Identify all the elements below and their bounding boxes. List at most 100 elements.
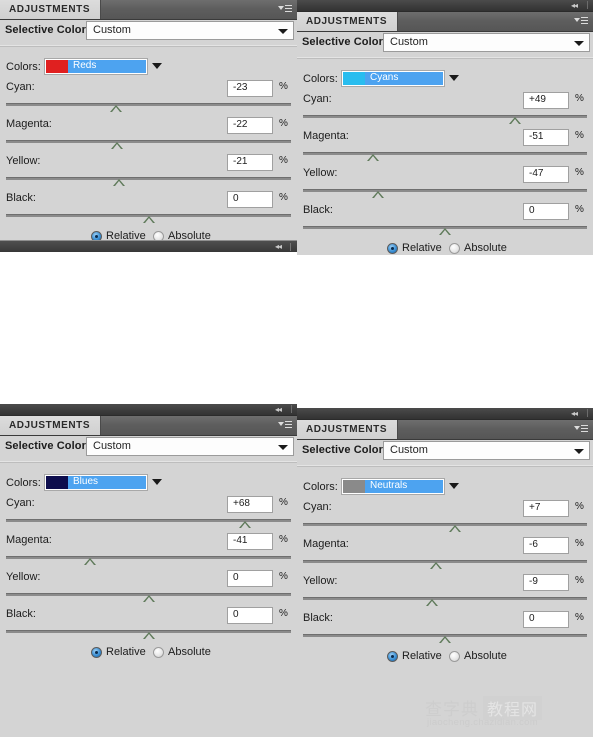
slider-thumb[interactable]	[239, 521, 251, 528]
slider-track[interactable]	[303, 152, 587, 155]
preset-select[interactable]: Custom	[383, 441, 590, 460]
slider-track[interactable]	[6, 556, 291, 559]
percent-symbol: %	[575, 130, 584, 141]
colors-chevron-down-icon[interactable]	[152, 479, 162, 485]
slider-track[interactable]	[6, 177, 291, 180]
slider-thumb[interactable]	[110, 105, 122, 112]
slider-value-input[interactable]: -41	[227, 533, 273, 550]
preset-select[interactable]: Custom	[383, 33, 590, 52]
color-swatch	[343, 72, 365, 85]
radio-relative-label: Relative	[402, 242, 442, 254]
panel-head-row: Selective Color Custom	[297, 32, 593, 57]
slider-group: Black: 0%	[297, 611, 593, 648]
slider-value-input[interactable]: -9	[523, 574, 569, 591]
slider-track[interactable]	[6, 140, 291, 143]
panel-collapse-bar[interactable]: ◂◂	[297, 0, 593, 12]
preset-select[interactable]: Custom	[86, 437, 294, 456]
slider-value-input[interactable]: 0	[227, 570, 273, 587]
slider-track[interactable]	[6, 103, 291, 106]
slider-track[interactable]	[303, 560, 587, 563]
tab-adjustments[interactable]: ADJUSTMENTS	[297, 420, 399, 439]
double-left-arrow-icon[interactable]: ◂◂	[571, 1, 578, 10]
slider-track[interactable]	[303, 597, 587, 600]
page-title: Selective Color	[5, 440, 86, 452]
tab-adjustments[interactable]: ADJUSTMENTS	[0, 0, 102, 19]
slider-group: Cyan: -23%	[0, 80, 297, 117]
slider-value-input[interactable]: 0	[227, 191, 273, 208]
slider-value-input[interactable]: -6	[523, 537, 569, 554]
method-radio-group: Relative Absolute	[297, 650, 593, 666]
slider-thumb[interactable]	[449, 525, 461, 532]
slider-thumb[interactable]	[426, 599, 438, 606]
slider-thumb[interactable]	[367, 154, 379, 161]
panel-reds: ADJUSTMENTS Selective Color Custom Colors: R…	[0, 0, 297, 252]
colors-select-value: Blues	[73, 476, 99, 487]
panel-head-row: Selective Color Custom	[297, 440, 593, 465]
double-left-arrow-icon[interactable]: ◂◂	[275, 405, 282, 414]
tab-adjustments[interactable]: ADJUSTMENTS	[0, 416, 102, 435]
tab-adjustments[interactable]: ADJUSTMENTS	[297, 12, 399, 31]
colors-select[interactable]: Reds	[44, 58, 148, 75]
slider-value-text: -21	[233, 156, 248, 167]
colors-label: Colors:	[6, 477, 41, 489]
colors-label: Colors:	[6, 61, 41, 73]
slider-value-input[interactable]: 0	[227, 607, 273, 624]
slider-value-text: -47	[529, 168, 544, 179]
colors-chevron-down-icon[interactable]	[449, 75, 459, 81]
slider-group: Yellow: -9%	[297, 574, 593, 611]
panel-collapse-bar[interactable]: ◂◂	[0, 404, 297, 416]
slider-value-input[interactable]: +68	[227, 496, 273, 513]
slider-value-text: -9	[529, 576, 538, 587]
slider-track[interactable]	[303, 115, 587, 118]
colors-select[interactable]: Cyans	[341, 70, 445, 87]
colors-select[interactable]: Blues	[44, 474, 148, 491]
slider-value-input[interactable]: -21	[227, 154, 273, 171]
slider-thumb[interactable]	[439, 228, 451, 235]
panel-menu-icon[interactable]	[278, 4, 292, 15]
slider-value-input[interactable]: -51	[523, 129, 569, 146]
slider-thumb[interactable]	[143, 595, 155, 602]
double-left-arrow-icon[interactable]: ◂◂	[571, 409, 578, 418]
preset-select-value: Custom	[93, 24, 131, 36]
colors-select[interactable]: Neutrals	[341, 478, 445, 495]
slider-value-input[interactable]: 0	[523, 611, 569, 628]
slider-value-input[interactable]: +7	[523, 500, 569, 517]
panel-menu-icon[interactable]	[574, 16, 588, 27]
slider-value-text: 0	[529, 613, 535, 624]
slider-value-input[interactable]: 0	[523, 203, 569, 220]
watermark-brand-box: 教程网	[483, 695, 543, 720]
slider-thumb[interactable]	[84, 558, 96, 565]
slider-thumb[interactable]	[143, 216, 155, 223]
panel-collapse-bar[interactable]: ◂◂	[297, 408, 593, 420]
radio-relative-dot-icon	[387, 651, 398, 662]
preset-select[interactable]: Custom	[86, 21, 294, 40]
panel-menu-icon[interactable]	[278, 420, 292, 431]
slider-thumb[interactable]	[113, 179, 125, 186]
panel-menu-icon[interactable]	[574, 424, 588, 435]
slider-thumb[interactable]	[509, 117, 521, 124]
panel-footer-bar[interactable]: ◂◂	[0, 240, 297, 252]
slider-thumb[interactable]	[430, 562, 442, 569]
slider-value-text: -6	[529, 539, 538, 550]
tab-adjustments-label: ADJUSTMENTS	[306, 424, 388, 435]
slider-track[interactable]	[303, 189, 587, 192]
percent-symbol: %	[279, 497, 288, 508]
slider-value-input[interactable]: -47	[523, 166, 569, 183]
colors-chevron-down-icon[interactable]	[152, 63, 162, 69]
slider-group: Cyan: +49%	[297, 92, 593, 129]
section-divider	[0, 461, 297, 463]
slider-thumb[interactable]	[439, 636, 451, 643]
slider-thumb[interactable]	[143, 632, 155, 639]
slider-value-input[interactable]: -22	[227, 117, 273, 134]
footer-double-left-arrow-icon[interactable]: ◂◂	[275, 242, 282, 252]
slider-value-input[interactable]: +49	[523, 92, 569, 109]
slider-thumb[interactable]	[111, 142, 123, 149]
panel-tab-row: ADJUSTMENTS	[0, 416, 297, 436]
colors-chevron-down-icon[interactable]	[449, 483, 459, 489]
panel-drag-nub	[587, 409, 588, 417]
slider-value-input[interactable]: -23	[227, 80, 273, 97]
slider-track[interactable]	[303, 523, 587, 526]
radio-absolute-dot-icon	[449, 651, 460, 662]
slider-thumb[interactable]	[372, 191, 384, 198]
slider-label: Yellow:	[303, 167, 338, 179]
